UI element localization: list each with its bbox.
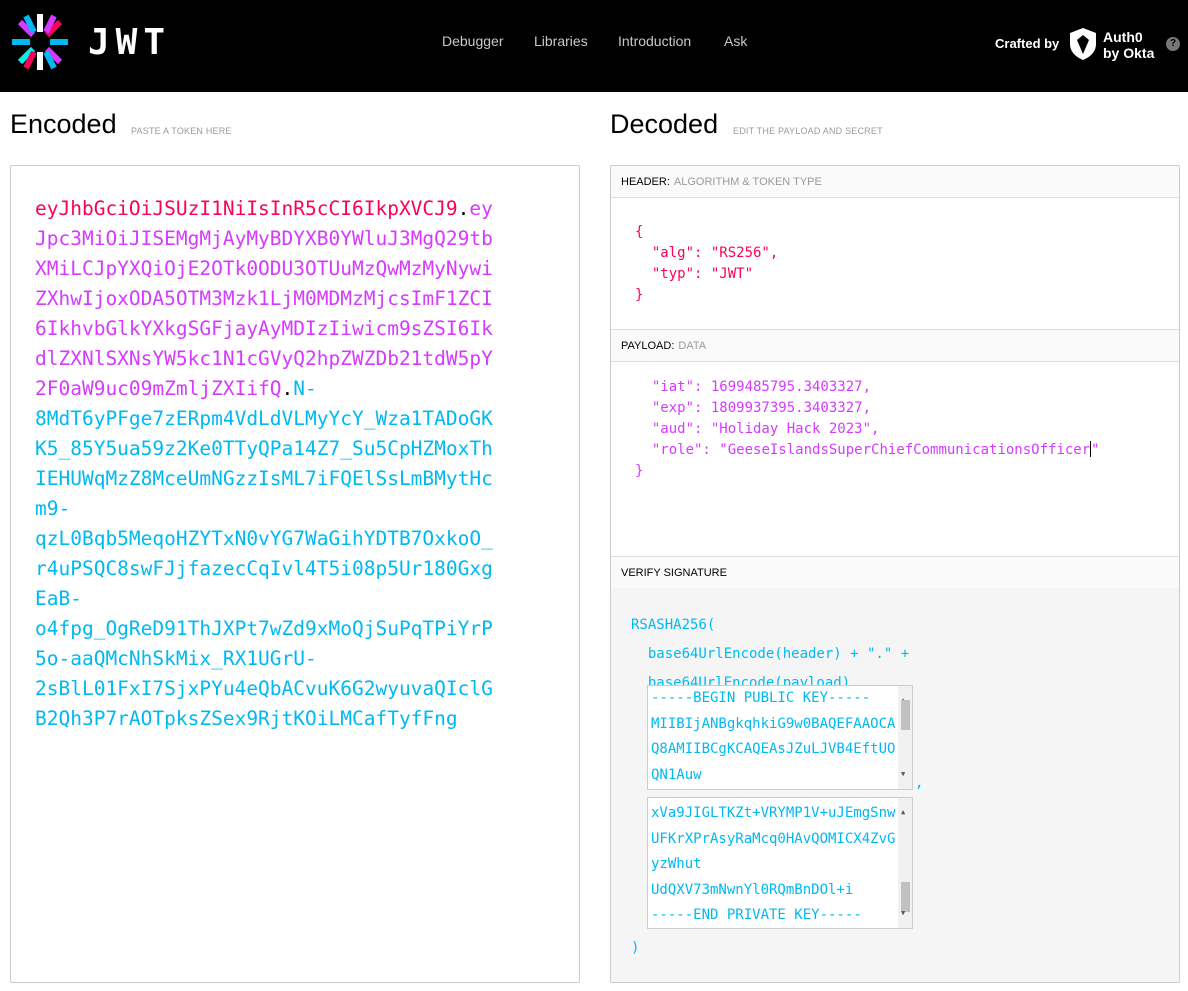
json-close-brace: } xyxy=(635,463,644,479)
payload-role-key: "role": xyxy=(651,442,720,458)
key-line: UdQXV73mNwnYl0RQmBnDOl+i xyxy=(651,881,854,898)
verify-signature-area: RSASHA256( base64UrlEncode(header) + "."… xyxy=(611,588,1179,982)
key-line: MIIBIjANBgkqhkiG9w0BAQEFAAOCA xyxy=(651,715,896,732)
key-line: QN1Auw xyxy=(651,766,702,783)
payload-role-end-quote: " xyxy=(1091,442,1100,458)
header-section-label: HEADER: xyxy=(621,176,670,188)
auth0-label: Auth0 xyxy=(1103,29,1143,45)
payload-exp-line: "exp": 1809937395.3403327, xyxy=(651,400,872,416)
payload-json-editor[interactable]: "iat": 1699485795.3403327, "exp": 180993… xyxy=(635,377,1100,482)
header-json-editor[interactable]: { "alg": "RS256", "typ": "JWT" } xyxy=(635,222,778,306)
encoded-subtitle: PASTE A TOKEN HERE xyxy=(131,126,232,136)
token-signature-line: EaB- xyxy=(35,587,82,610)
verify-section-title: VERIFY SIGNATURE xyxy=(611,557,1179,589)
rsasha-fn: RSASHA256( xyxy=(631,617,716,633)
key-line: UFKrXPrAsyRaMcq0HAvQOMICX4ZvG xyxy=(651,830,896,847)
key-line: yzWhut xyxy=(651,856,702,872)
nav-link-ask[interactable]: Ask xyxy=(724,33,747,49)
token-header-part: eyJhbGciOiJSUzI1NiIsInR5cCI6IkpXVCJ9 xyxy=(35,197,458,220)
payload-section-sublabel: DATA xyxy=(678,340,707,352)
token-payload-line: ZXhwIjoxODA5OTM3Mzk1LjM0MDMzMjcsImF1ZCI xyxy=(35,287,493,310)
json-open-brace: { xyxy=(635,224,644,240)
header-section-title: HEADER: ALGORITHM & TOKEN TYPE xyxy=(611,166,1179,198)
crafted-by-label: Crafted by xyxy=(995,36,1060,51)
token-signature-line: 8MdT6yPFge7zERpm4VdLdVLMyYcY_Wza1TADoGK xyxy=(35,407,493,430)
token-signature-line: K5_85Y5ua59z2Ke0TTyQPa14Z7_Su5CpHZMoxTh xyxy=(35,437,493,460)
scroll-thumb[interactable] xyxy=(901,700,910,730)
header-typ-line: "typ": "JWT" xyxy=(651,266,754,282)
decoded-panel: HEADER: ALGORITHM & TOKEN TYPE { "alg": "… xyxy=(610,165,1180,983)
token-dot: . xyxy=(457,197,470,220)
key-line: -----BEGIN PUBLIC KEY----- xyxy=(651,690,871,706)
key-line: Q8AMIIBCgKCAQEAsJZuLJVB4EftUO xyxy=(651,741,896,757)
key-line: xVa9JIGLTKZt+VRYMP1V+uJEmgSnw xyxy=(651,805,896,821)
token-signature-line: 2sBlL01FxI7SjxPYu4eQbACvuK6G2wyuvaQIclG xyxy=(35,677,493,700)
token-payload-line: 6IkhvbGlkYXkgSGFjayAyMDIzIiwicm9sZSI6Ik xyxy=(35,317,493,340)
token-payload-line: 2F0aW9uc09mZmljZXIifQ xyxy=(35,377,282,400)
header-section-sublabel: ALGORITHM & TOKEN TYPE xyxy=(673,176,822,188)
auth0-by-okta-link[interactable]: Auth0 by Okta xyxy=(1103,29,1154,61)
separator-comma: , xyxy=(915,775,924,791)
token-signature-part: N- xyxy=(293,377,317,400)
header-alg-line: "alg": "RS256", xyxy=(651,245,779,261)
auth0-shield-icon[interactable] xyxy=(1069,27,1097,61)
scroll-down-icon[interactable]: ▼ xyxy=(901,901,905,927)
payload-section-title: PAYLOAD: DATA xyxy=(611,330,1179,362)
decoded-title: Decoded xyxy=(610,109,719,139)
rsasha-close-paren: ) xyxy=(631,940,640,956)
token-dot: . xyxy=(281,377,294,400)
decoded-subtitle: EDIT THE PAYLOAD AND SECRET xyxy=(733,126,883,136)
token-payload-part: ey xyxy=(469,197,493,220)
token-signature-line: IEHUWqMzZ8MceUmNGzzIsML7iFQElSsLmBMytHc xyxy=(35,467,493,490)
scroll-down-icon[interactable]: ▼ xyxy=(901,762,905,788)
private-key-input[interactable]: xVa9JIGLTKZt+VRYMP1V+uJEmgSnw UFKrXPrAsy… xyxy=(647,797,913,929)
encoded-token-editor[interactable]: eyJhbGciOiJSUzI1NiIsInR5cCI6IkpXVCJ9.ey … xyxy=(10,165,580,983)
token-signature-line: B2Qh3P7rAOTpksZSex9RjtKOiLMCafTyfFng xyxy=(35,707,458,730)
verify-section-label: VERIFY SIGNATURE xyxy=(621,567,727,579)
nav-link-debugger[interactable]: Debugger xyxy=(442,33,504,49)
by-okta-label: by Okta xyxy=(1103,45,1155,61)
payload-iat-line: "iat": 1699485795.3403327, xyxy=(651,379,872,395)
token-signature-line: r4uPSQC8swFJjfazecCqIvl4T5i08p5Ur180Gxg xyxy=(35,557,493,580)
top-navigation-bar: JWT Debugger Libraries Introduction Ask … xyxy=(0,0,1188,92)
token-payload-line: Jpc3MiOiJISEMgMjAyMyBDYXB0YWluJ3MgQ29tb xyxy=(35,227,493,250)
public-key-input[interactable]: -----BEGIN PUBLIC KEY----- MIIBIjANBgkqh… xyxy=(647,685,913,790)
nav-link-introduction[interactable]: Introduction xyxy=(618,33,691,49)
token-signature-line: m9- xyxy=(35,497,71,520)
encoded-token-text[interactable]: eyJhbGciOiJSUzI1NiIsInR5cCI6IkpXVCJ9.ey … xyxy=(35,194,515,734)
token-signature-line: 5o-aaQMcNhSkMix_RX1UGrU- xyxy=(35,647,317,670)
nav-link-libraries[interactable]: Libraries xyxy=(534,33,588,49)
help-icon[interactable]: ? xyxy=(1166,37,1180,51)
scroll-up-icon[interactable]: ▲ xyxy=(901,800,905,826)
payload-aud-line: "aud": "Holiday Hack 2023", xyxy=(651,421,880,437)
key-line: -----END PRIVATE KEY----- xyxy=(651,907,862,923)
private-key-scrollbar[interactable]: ▲ ▼ xyxy=(898,798,912,928)
encoded-title: Encoded xyxy=(10,109,117,139)
brand-wordmark[interactable]: JWT xyxy=(88,22,171,63)
verify-header-line: base64UrlEncode(header) + "." + xyxy=(647,646,910,662)
token-signature-line: o4fpg_OgReD91ThJXPt7wZd9xMoQjSuPqTPiYrP xyxy=(35,617,493,640)
token-payload-line: XMiLCJpYXQiOjE2OTk0ODU3OTUuMzQwMzMyNywi xyxy=(35,257,493,280)
jwt-logo-icon[interactable] xyxy=(10,12,70,72)
token-payload-line: dlZXNlSXNsYW5kc1N1cGVyQ2hpZWZDb21tdW5pY xyxy=(35,347,493,370)
public-key-scrollbar[interactable]: ▲ ▼ xyxy=(898,686,912,789)
payload-role-value: "GeeseIslandsSuperChiefCommunicationsOff… xyxy=(719,442,1091,458)
json-close-brace: } xyxy=(635,287,644,303)
token-signature-line: qzL0Bqb5MeqoHZYTxN0vYG7WaGihYDTB7OxkoO_ xyxy=(35,527,493,550)
payload-section-label: PAYLOAD: xyxy=(621,340,675,352)
